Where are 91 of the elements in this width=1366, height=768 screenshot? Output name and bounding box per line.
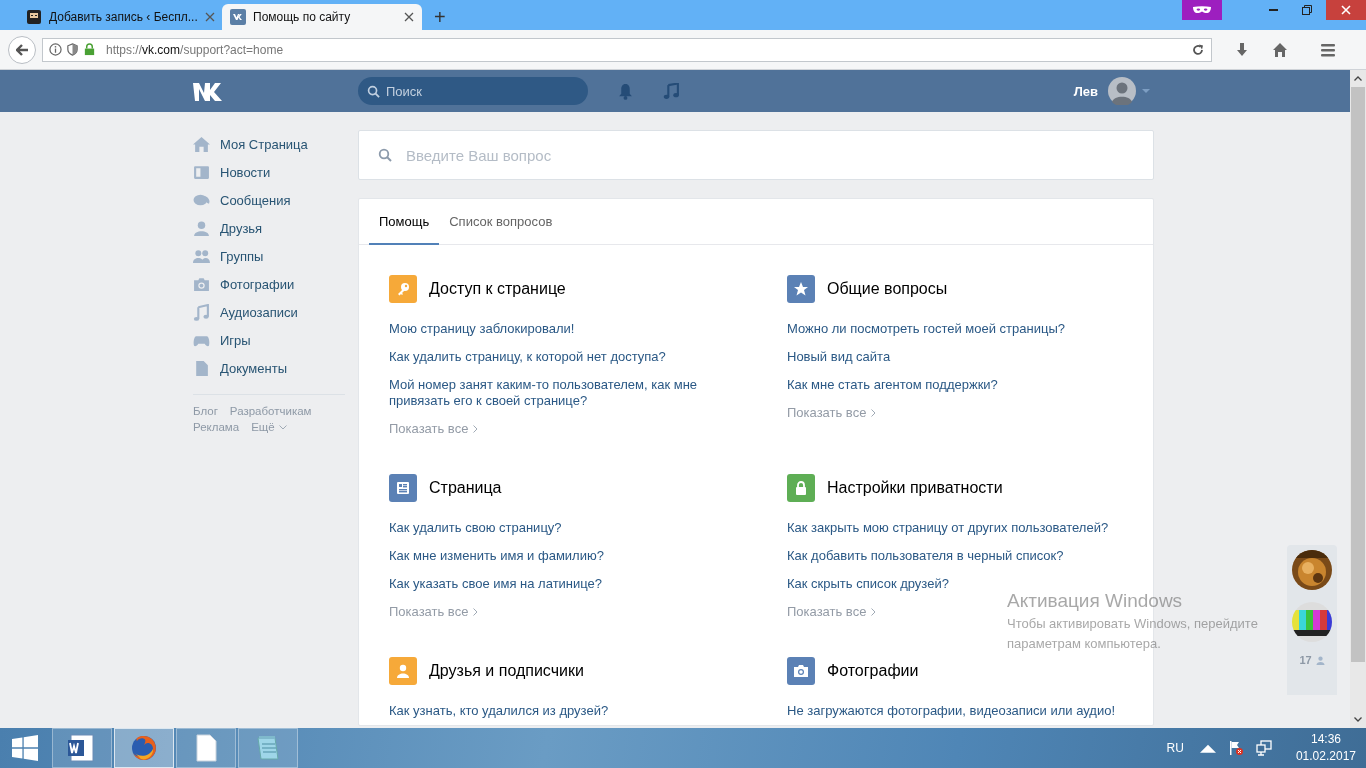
question-link[interactable]: Не загружаются фотографии, видеозаписи или аудио! [787,703,1116,719]
browser-tab[interactable]: Добавить запись ‹ Беспл... [18,4,218,30]
category-title: Доступ к странице [429,280,566,298]
question-link[interactable]: Мой номер занят каким-то пользователем, как мне привязать его к своей странице? [389,377,734,409]
category-title: Настройки приватности [827,479,1003,497]
windows-logo-icon[interactable] [12,735,38,761]
menu-icon[interactable] [1320,41,1336,58]
new-tab-button[interactable]: + [426,4,454,30]
restore-icon [1302,5,1312,15]
minimize-icon [1268,9,1278,11]
back-arrow-icon [15,43,29,56]
newspaper-icon [193,163,210,181]
network-icon[interactable] [1255,740,1272,756]
tab[interactable]: Список вопросов [439,199,563,245]
tab-title: Добавить запись ‹ Беспл... [49,10,198,24]
chevron-right-icon [871,607,877,616]
sidebar-item[interactable]: Игры [193,326,345,354]
fox-globe-icon [129,733,159,763]
browser-tab[interactable]: Помощь по сайту [222,4,422,30]
taskbar-app[interactable] [176,728,236,768]
sidebar-item[interactable]: Фотографии [193,270,345,298]
question-link[interactable]: Как закрыть мою страницу от других пользователей? [787,520,1109,536]
home-icon[interactable] [1272,41,1288,58]
close-icon[interactable] [204,12,215,22]
scroll-up-icon[interactable] [1354,76,1362,81]
question-link[interactable]: Как удалить свою страницу? [389,520,562,536]
tab-title: Помощь по сайту [253,10,352,24]
question-link[interactable]: Как скрыть список друзей? [787,576,949,592]
question-link[interactable]: Как удалить страницу, к которой нет доступа? [389,349,666,365]
question-link[interactable]: Мою страницу заблокировали! [389,321,575,337]
info-icon[interactable] [49,43,62,56]
search-icon [378,148,392,162]
house-icon [193,135,210,153]
question-link[interactable]: Как добавить пользователя в черный список? [787,548,1064,564]
chevron-right-icon [473,607,479,616]
chevron-right-icon [473,424,479,433]
category-title: Страница [429,479,502,497]
question-link[interactable]: Как указать свое имя на латинице? [389,576,603,592]
question-link[interactable]: Как мне изменить имя и фамилию? [389,548,604,564]
close-icon[interactable] [404,12,414,22]
back-button[interactable] [8,35,36,64]
question-search-field[interactable]: Введите Ваш вопрос [358,130,1154,180]
person-icon [193,219,210,237]
mask-icon [1193,5,1211,15]
sidebar-item[interactable]: Сообщения [193,186,345,214]
sidebar-item[interactable]: Аудиозаписи [193,298,345,326]
url-text[interactable]: https://vk.com/support?act=home [106,42,284,57]
music-note-icon [193,303,210,321]
tab[interactable]: Помощь [369,199,440,245]
sidebar-item[interactable]: Группы [193,242,345,270]
close-icon [1341,5,1351,15]
reload-icon[interactable] [1191,42,1205,57]
category-title: Друзья и подписчики [429,662,584,680]
avatar[interactable] [1108,77,1136,105]
chevron-down-icon [278,424,287,430]
user-name[interactable]: Лев [1073,83,1098,99]
chevron-right-icon [871,408,877,417]
language-indicator[interactable]: RU [1166,741,1184,755]
question-link[interactable]: Можно ли посмотреть гостей моей страницы? [787,321,1065,337]
person-icon [1315,655,1325,665]
sidebar-item[interactable]: Документы [193,354,345,382]
category-title: Общие вопросы [827,280,948,298]
clock-date[interactable]: 01.02.2017 [1295,748,1356,765]
scroll-down-icon[interactable] [1354,717,1362,722]
scrollbar[interactable] [1350,70,1366,728]
shield-icon[interactable] [66,43,79,56]
taskbar-app[interactable] [114,728,174,768]
taskbar-app[interactable] [52,728,112,768]
address-bar[interactable]: https://vk.com/support?act=home [42,37,1212,62]
search-icon [367,85,380,98]
flag-icon[interactable] [1227,740,1244,756]
clock-time[interactable]: 14:36 [1310,731,1341,748]
activation-text: Чтобы активировать Windows, перейдите [1007,615,1258,633]
download-icon[interactable] [1234,41,1250,58]
question-link[interactable]: Как мне стать агентом поддержки? [787,377,998,393]
online-count: 17 [1299,654,1312,666]
vk-logo-icon [230,9,246,25]
search-field[interactable]: Поиск [358,77,588,105]
question-link[interactable]: Как узнать, кто удалился из друзей? [389,703,609,719]
activation-title: Активация Windows [1007,590,1184,612]
sidebar-item[interactable]: Друзья [193,214,345,242]
sidebar-item[interactable]: Моя Страница [193,130,345,158]
question-link[interactable]: Новый вид сайта [787,349,891,365]
people-icon [193,247,210,265]
padlock-icon[interactable] [83,43,96,56]
sidebar-item[interactable]: Новости [193,158,345,186]
activation-text: параметрам компьютера. [1007,635,1162,653]
bearded-face-icon [26,9,42,25]
camera-icon [193,275,210,293]
category-title: Фотографии [827,662,919,680]
document-icon [193,359,210,377]
